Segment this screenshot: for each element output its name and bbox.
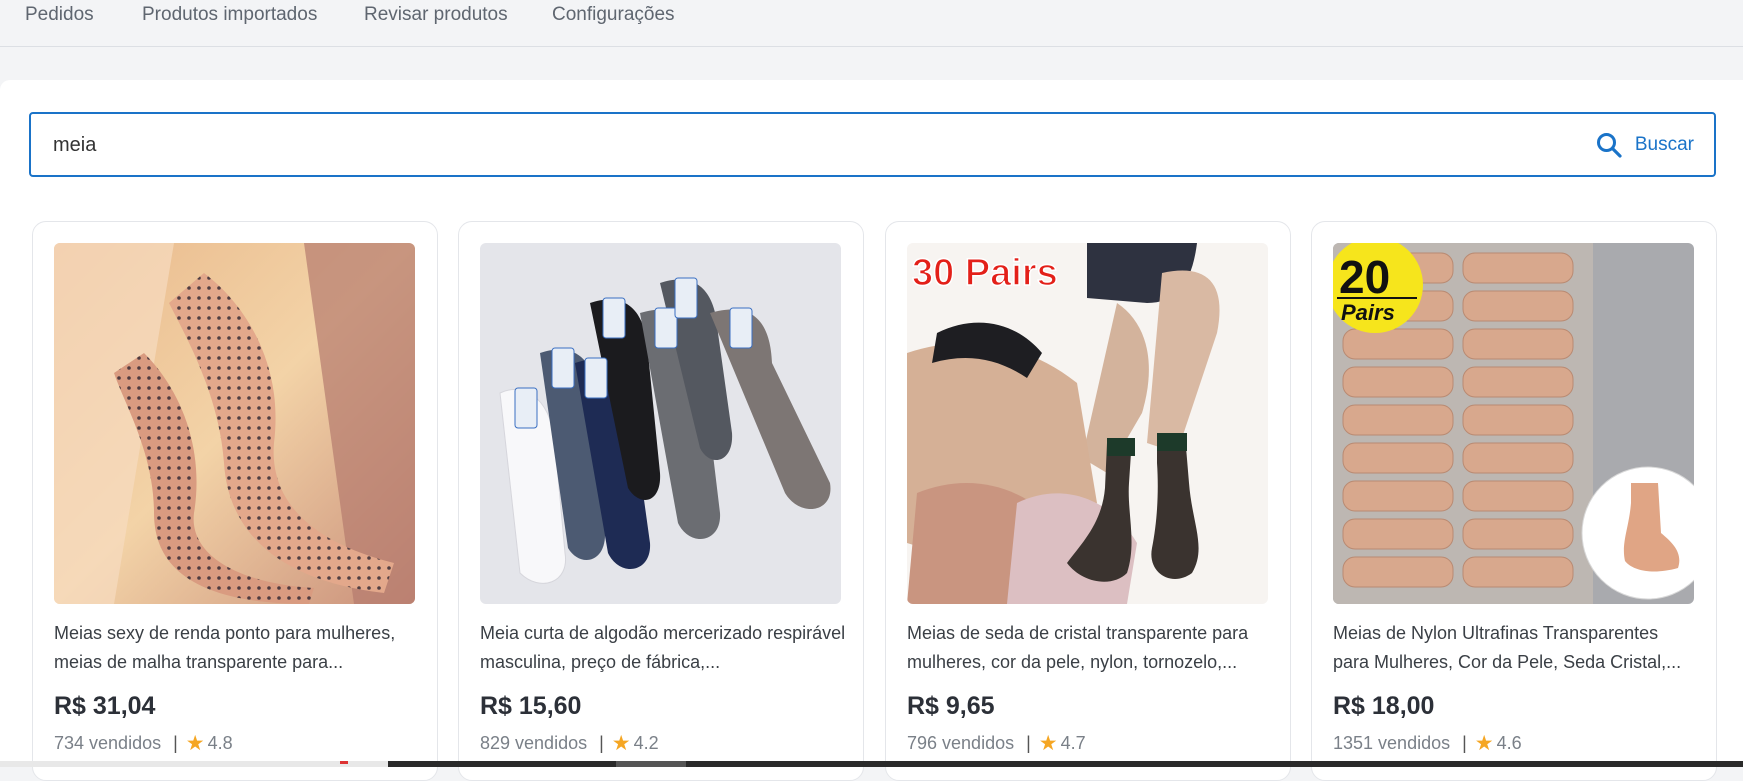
top-navigation: Pedidos Produtos importados Revisar prod… <box>0 0 1743 47</box>
image-caption: 30 Pairs <box>912 252 1058 294</box>
search-button-label: Buscar <box>1634 134 1694 155</box>
rating-value: 4.6 <box>1496 733 1522 753</box>
rating-value: 4.8 <box>207 733 233 753</box>
meta-separator: | <box>1026 733 1031 753</box>
product-card[interactable]: 30 Pairs Meias de seda de cristal transp… <box>885 221 1291 781</box>
sold-count: 1351 vendidos <box>1333 733 1451 753</box>
taskbar-segment <box>0 761 388 767</box>
product-meta: 829 vendidos | ★ 4.2 <box>480 733 659 754</box>
meta-separator: | <box>1462 733 1467 753</box>
search-button[interactable]: Buscar <box>1595 130 1694 160</box>
meta-separator: | <box>599 733 604 753</box>
search-icon <box>1595 131 1623 159</box>
product-price: R$ 15,60 <box>480 692 582 720</box>
product-title[interactable]: Meias de seda de cristal transparente pa… <box>907 619 1273 677</box>
nav-item-configuracoes[interactable]: Configurações <box>552 4 675 26</box>
sold-count: 829 vendidos <box>480 733 588 753</box>
image-caption-word: Pairs <box>1341 300 1395 325</box>
star-icon: ★ <box>1474 732 1494 755</box>
product-image[interactable]: 20 Pairs <box>1333 243 1694 604</box>
product-card[interactable]: Meias sexy de renda ponto para mulheres,… <box>32 221 438 781</box>
meta-separator: | <box>173 733 178 753</box>
product-image[interactable] <box>480 243 841 604</box>
product-card[interactable]: 20 Pairs Meias de Nylon Ultrafinas Trans… <box>1311 221 1717 781</box>
product-price: R$ 9,65 <box>907 692 995 720</box>
taskbar-segment <box>616 761 686 767</box>
taskbar-indicator <box>340 761 348 764</box>
product-image[interactable]: 30 Pairs <box>907 243 1268 604</box>
search-box: Buscar <box>29 112 1716 177</box>
taskbar-strip <box>0 761 1743 767</box>
product-title[interactable]: Meias de Nylon Ultrafinas Transparentes … <box>1333 619 1699 677</box>
star-icon: ★ <box>1038 732 1058 755</box>
rating-value: 4.7 <box>1060 733 1086 753</box>
product-price: R$ 18,00 <box>1333 692 1435 720</box>
star-icon: ★ <box>611 732 631 755</box>
product-meta: 1351 vendidos | ★ 4.6 <box>1333 733 1522 754</box>
nav-item-produtos-importados[interactable]: Produtos importados <box>142 4 317 26</box>
image-caption-number: 20 <box>1339 251 1390 303</box>
product-card[interactable]: Meia curta de algodão mercerizado respir… <box>458 221 864 781</box>
product-price: R$ 31,04 <box>54 692 156 720</box>
rating-value: 4.2 <box>633 733 659 753</box>
search-input[interactable] <box>53 128 1353 162</box>
product-title[interactable]: Meia curta de algodão mercerizado respir… <box>480 619 846 677</box>
product-meta: 734 vendidos | ★ 4.8 <box>54 733 233 754</box>
nav-item-revisar-produtos[interactable]: Revisar produtos <box>364 4 508 26</box>
star-icon: ★ <box>185 732 205 755</box>
sold-count: 796 vendidos <box>907 733 1015 753</box>
product-title[interactable]: Meias sexy de renda ponto para mulheres,… <box>54 619 420 677</box>
product-image[interactable] <box>54 243 415 604</box>
nav-item-pedidos[interactable]: Pedidos <box>25 4 94 26</box>
product-meta: 796 vendidos | ★ 4.7 <box>907 733 1086 754</box>
sold-count: 734 vendidos <box>54 733 162 753</box>
